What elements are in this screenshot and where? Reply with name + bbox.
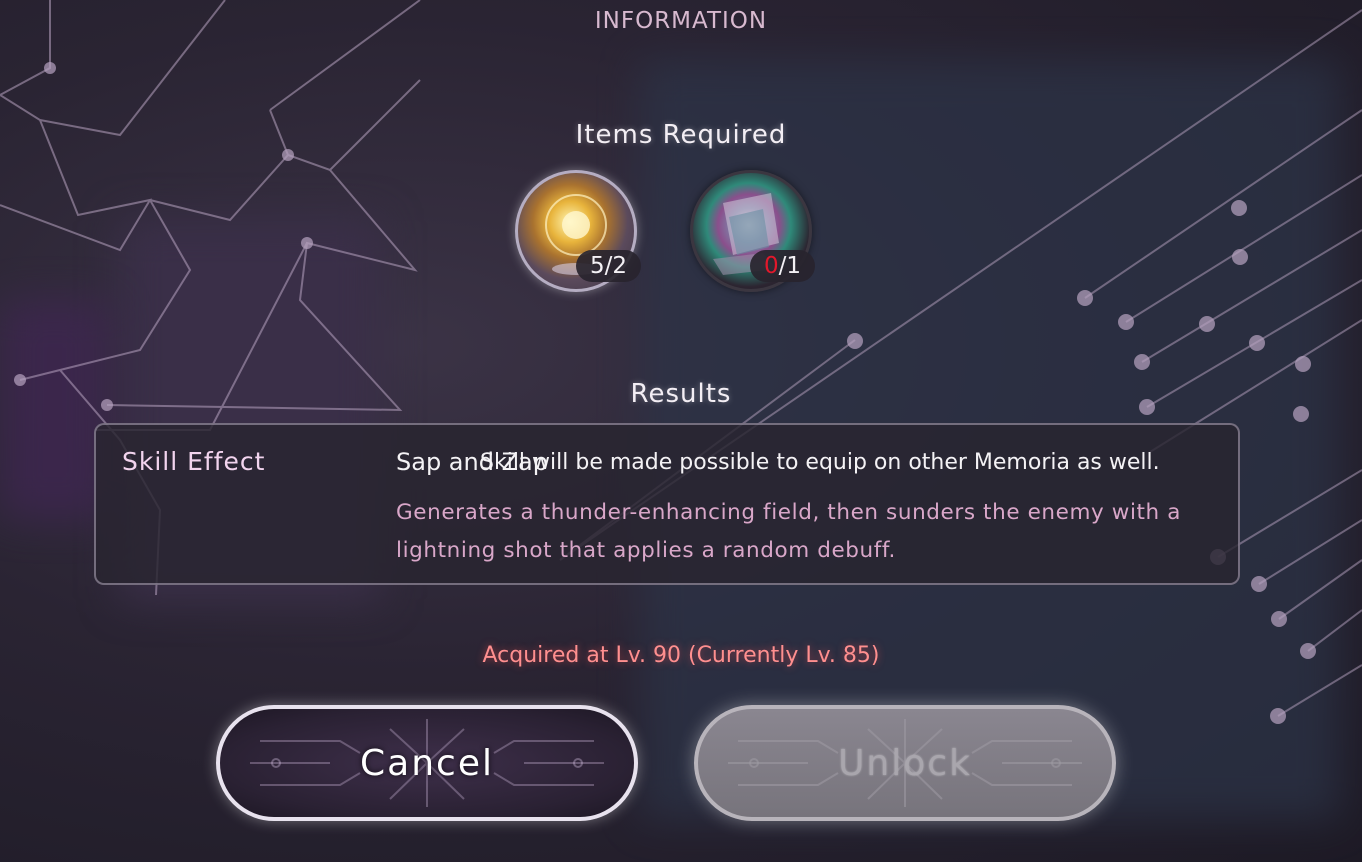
item-count-badge: 0/1: [750, 250, 816, 282]
dialog-title: INFORMATION: [594, 8, 768, 34]
item-count-badge: 5/2: [576, 250, 642, 282]
results-heading: Results: [630, 379, 732, 409]
skill-equip-note: Skill will be made possible to equip on …: [480, 450, 1160, 475]
items-required-heading: Items Required: [575, 120, 787, 150]
required-count: 1: [786, 253, 802, 279]
required-count: 2: [612, 253, 628, 279]
acquisition-level-warning: Acquired at Lv. 90 (Currently Lv. 85): [482, 643, 880, 668]
skill-effect-label: Skill Effect: [122, 447, 266, 476]
skill-description: Generates a thunder-enhancing field, the…: [396, 500, 1181, 563]
unlock-button[interactable]: Unlock: [694, 705, 1116, 821]
cancel-button-label: Cancel: [360, 742, 494, 784]
owned-count: 0: [764, 253, 779, 279]
cancel-button[interactable]: Cancel: [216, 705, 638, 821]
unlock-button-label: Unlock: [838, 742, 972, 784]
owned-count: 5: [590, 253, 605, 279]
